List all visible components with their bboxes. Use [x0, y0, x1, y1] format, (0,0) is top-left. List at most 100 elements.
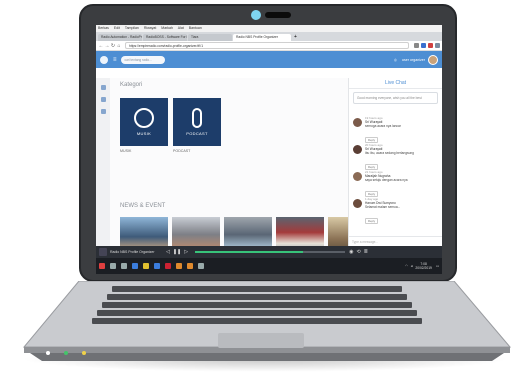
app-header: ≡ cari tentang radio... ◎ user organizer — [96, 51, 442, 68]
hamburger-icon[interactable]: ≡ — [113, 57, 117, 63]
keyboard-row — [102, 302, 414, 308]
action-center-icon[interactable]: ▭ — [436, 264, 439, 268]
task-view-icon[interactable] — [121, 263, 127, 269]
message-body: ibu ibu, acara sedang berlangsung — [365, 151, 414, 155]
clock[interactable]: 7:08 20/02/2019 — [415, 262, 432, 270]
network-icon[interactable]: ◠ — [405, 264, 408, 268]
laptop-base — [22, 281, 512, 363]
tile-caption: PODCAST — [186, 131, 208, 136]
keyboard-row — [92, 318, 424, 324]
tile-label: PODCAST — [173, 149, 191, 153]
key — [112, 286, 402, 292]
notification-icon[interactable]: ◎ — [394, 58, 397, 62]
live-chat-panel: Live Chat Good morning everyone, wish yo… — [348, 78, 442, 246]
new-tab-button[interactable]: + — [292, 34, 299, 41]
avatar — [353, 172, 362, 181]
extension-icon[interactable] — [428, 43, 433, 48]
status-led — [64, 351, 68, 355]
message-body: saya setuju dengan acara nya — [365, 178, 408, 182]
search-icon[interactable] — [110, 263, 116, 269]
app-icon[interactable] — [187, 263, 193, 269]
message-body: Selamat malam semua... — [365, 205, 401, 209]
category-tile-musik[interactable]: MUSIK — [120, 98, 168, 146]
app-logo[interactable] — [100, 55, 108, 64]
charge-led — [82, 351, 86, 355]
avatar[interactable] — [428, 54, 438, 65]
chat-input[interactable]: Type a message... — [349, 236, 442, 246]
keyboard-row — [107, 294, 409, 300]
now-playing-title: Radio NBS Profile Organizer — [110, 250, 155, 254]
menu-view[interactable]: Tampilan — [125, 26, 139, 30]
sidebar-home-icon[interactable] — [100, 85, 106, 90]
search-input[interactable]: cari tentang radio... — [120, 55, 165, 64]
previous-icon[interactable]: ◁ — [166, 249, 170, 255]
tab-radioboss[interactable]: RadioBOSS - Software For Radio — [143, 34, 187, 41]
chat-new-message[interactable]: Good morning everyone, wish you all the … — [353, 92, 438, 104]
reply-button[interactable]: Reply — [365, 218, 379, 224]
chat-message: 21 hours ago Maraijah Nugraha saya setuj… — [353, 170, 438, 197]
sidebar-filter-icon[interactable] — [100, 109, 106, 114]
keyboard-row — [97, 310, 419, 316]
volume-tray-icon[interactable]: ◂ — [411, 264, 413, 268]
menu-history[interactable]: Riwayat — [144, 26, 156, 30]
file-explorer-icon[interactable] — [143, 263, 149, 269]
user-name[interactable]: user organizer — [402, 58, 425, 62]
library-icon[interactable] — [414, 43, 419, 48]
menu-tools[interactable]: Alat — [178, 26, 184, 30]
chat-message: 1 day ago Hanum Dwi Sumyono Selamat mala… — [353, 197, 438, 224]
key — [92, 318, 422, 324]
key — [102, 302, 412, 308]
category-tile-podcast[interactable]: PODCAST — [173, 98, 221, 146]
chat-title: Live Chat — [349, 78, 442, 89]
tile-label: MUSIK — [120, 149, 132, 153]
key — [107, 294, 407, 300]
sync-icon[interactable] — [421, 43, 426, 48]
camera-sensor — [265, 12, 291, 18]
avatar — [353, 145, 362, 154]
playlist-icon[interactable]: ≣ — [364, 249, 368, 255]
tile-caption: MUSIK — [136, 131, 152, 136]
webcam — [251, 10, 291, 20]
address-bar-row: ← → ↻ ⌂ https://empireradio.com/radio-pr… — [96, 41, 442, 51]
browser-tabs: Radio Automation - RadioPro RadioBOSS - … — [96, 32, 442, 41]
start-button[interactable] — [99, 263, 105, 269]
os-taskbar: ◠ ◂ 7:08 20/02/2019 ▭ — [96, 258, 442, 274]
browser-menu-icon[interactable] — [435, 43, 440, 48]
sidebar — [96, 78, 110, 246]
edge-icon[interactable] — [132, 263, 138, 269]
chat-message: 19 hours ago Sri Wurayati semoga acara n… — [353, 116, 438, 143]
avatar — [353, 199, 362, 208]
home-icon[interactable]: ⌂ — [116, 43, 122, 49]
browser-menubar: Berkas Edit Tampilan Riwayat Markah Alat… — [96, 25, 442, 32]
tab-tiara[interactable]: Tiara — [188, 34, 232, 41]
progress-fill — [195, 251, 304, 253]
pause-icon[interactable]: ❚❚ — [173, 249, 181, 255]
next-icon[interactable]: ▷ — [184, 249, 188, 255]
menu-file[interactable]: Berkas — [98, 26, 109, 30]
tab-radio-automation[interactable]: Radio Automation - RadioPro — [98, 34, 142, 41]
menu-help[interactable]: Bantuan — [189, 26, 202, 30]
tab-radio-nbs[interactable]: Radio NBS Profile Organizer — [233, 34, 291, 41]
avatar — [353, 118, 362, 127]
menu-bookmarks[interactable]: Markah — [161, 26, 173, 30]
touchpad — [218, 333, 304, 348]
keyboard-row — [112, 286, 404, 292]
repeat-icon[interactable]: ⟲ — [356, 249, 360, 255]
menu-edit[interactable]: Edit — [114, 26, 120, 30]
sidebar-music-icon[interactable] — [100, 97, 106, 102]
app-icon[interactable] — [165, 263, 171, 269]
app-icon[interactable] — [198, 263, 204, 269]
firefox-icon[interactable] — [176, 263, 182, 269]
chat-message: 20 hours ago Sri Wurayati ibu ibu, acara… — [353, 143, 438, 170]
progress-track[interactable] — [195, 251, 346, 253]
key — [97, 310, 417, 316]
store-icon[interactable] — [154, 263, 160, 269]
power-led — [46, 351, 50, 355]
clock-date: 20/02/2019 — [415, 266, 432, 270]
system-tray: ◠ ◂ 7:08 20/02/2019 ▭ — [405, 262, 439, 270]
section-kategori-title: Kategori — [120, 82, 143, 88]
volume-icon[interactable]: ◉ — [349, 249, 353, 255]
laptop-lid: Berkas Edit Tampilan Riwayat Markah Alat… — [79, 4, 457, 282]
url-input[interactable]: https://empireradio.com/radio-profile-or… — [125, 42, 409, 49]
microphone-icon — [192, 108, 202, 128]
